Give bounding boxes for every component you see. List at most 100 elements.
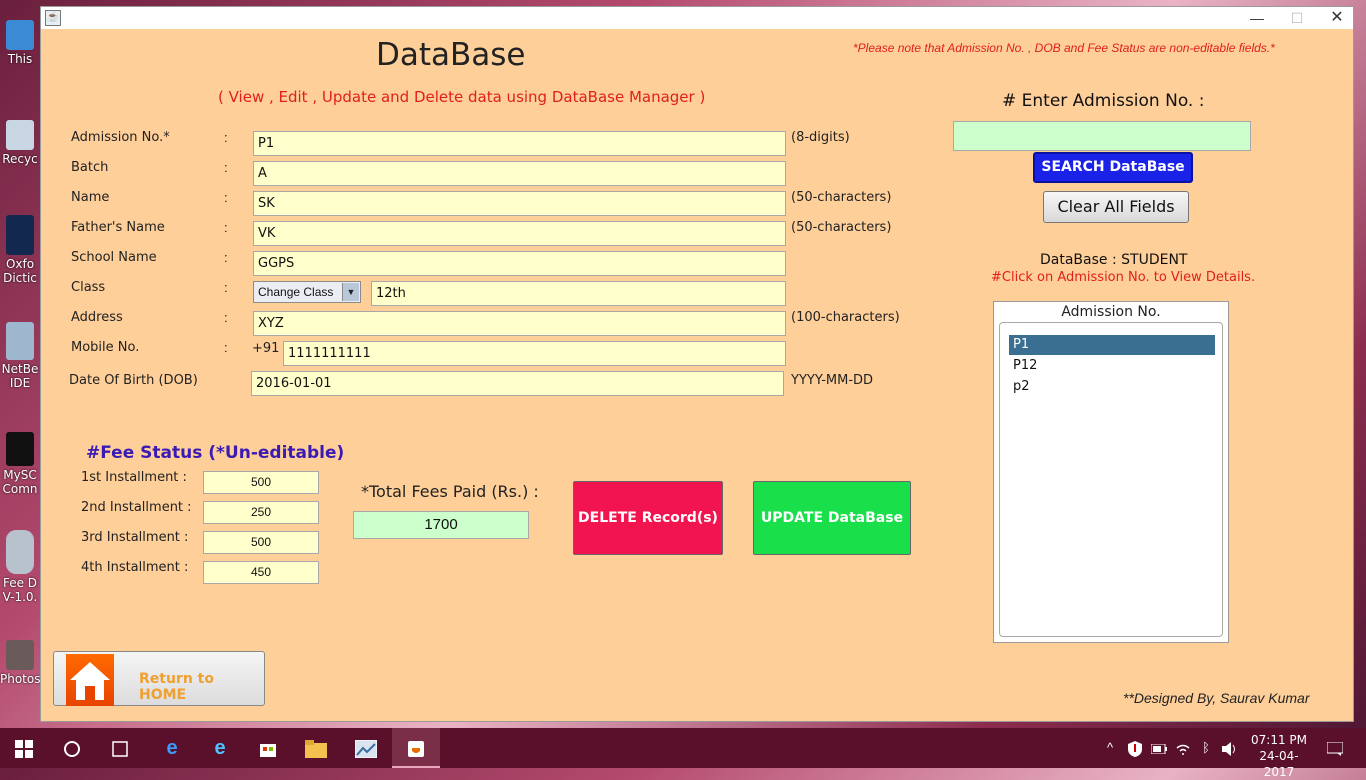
desktop-icon-label: This [7,52,33,66]
desktop-icon-label: NetBe IDE [1,362,39,390]
file-explorer-icon[interactable] [292,728,340,768]
batch-field[interactable]: A [253,161,786,186]
enter-admission-label: # Enter Admission No. : [1002,91,1205,111]
total-fees-field: 1700 [353,511,529,539]
name-field[interactable]: SK [253,191,786,216]
colon: : [224,310,228,325]
taskbar: e e ^ ᛒ 07:11 PM 24-04-2017 [0,728,1366,779]
task-view-icon[interactable] [96,728,144,768]
minimize-button[interactable]: — [1237,7,1277,29]
colon: : [224,340,228,355]
father-name-hint: (50-characters) [791,220,892,235]
maximize-button[interactable]: ☐ [1277,7,1317,29]
desktop-icon-mysql[interactable]: MySC Comn [0,432,40,496]
installment-label: 2nd Installment : [81,500,192,515]
database-label: DataBase : STUDENT [1040,252,1188,268]
taskbar-clock[interactable]: 07:11 PM 24-04-2017 [1246,732,1312,780]
change-class-label: Change Class [258,285,334,299]
installment-field: 500 [203,471,319,494]
image-app-icon[interactable] [342,728,390,768]
windows-start-icon[interactable] [0,728,48,768]
list-header: Admission No. [1061,304,1161,320]
delete-record-button[interactable]: DELETE Record(s) [573,481,723,555]
change-class-dropdown[interactable]: Change Class ▼ [253,281,361,303]
colon: : [224,220,228,235]
return-home-label: Return to HOME [139,671,214,703]
list-item[interactable]: p2 [1009,377,1215,397]
desktop-icon-photoshop[interactable]: Photos [0,640,40,686]
list-item[interactable]: P1 [1009,335,1215,355]
mobile-field[interactable]: 1111111111 [283,341,786,366]
clock-date: 24-04-2017 [1259,749,1299,779]
notifications-icon[interactable] [1320,728,1350,768]
admission-field: P1 [253,131,786,156]
return-home-button[interactable]: Return to HOME [53,651,265,706]
battery-icon[interactable] [1148,728,1170,768]
desktop-icon-netbeans[interactable]: NetBe IDE [0,322,40,390]
admission-search-input[interactable] [953,121,1251,151]
store-icon[interactable] [244,728,292,768]
title-bar[interactable]: ☕ — ☐ ✕ [41,7,1353,29]
batch-label: Batch [71,160,109,175]
database-window: ☕ — ☐ ✕ DataBase ( View , Edit , Update … [40,6,1354,722]
database-hint: #Click on Admission No. to View Details. [991,270,1256,285]
mobile-label: Mobile No. [71,340,140,355]
cortana-icon[interactable] [48,728,96,768]
class-label: Class [71,280,106,295]
colon: : [224,160,228,175]
bluetooth-icon[interactable]: ᛒ [1196,728,1216,768]
father-name-label: Father's Name [71,220,165,235]
desktop-icon-recycle-bin[interactable]: Recyc [0,120,40,166]
volume-icon[interactable] [1218,728,1242,768]
school-name-label: School Name [71,250,157,265]
home-icon [66,654,114,706]
update-database-button[interactable]: UPDATE DataBase [753,481,911,555]
installment-field: 250 [203,501,319,524]
address-field[interactable]: XYZ [253,311,786,336]
colon: : [224,280,228,295]
colon: : [224,250,228,265]
admission-list-panel: Admission No. P1 P12 p2 [993,301,1229,643]
chevron-down-icon: ▼ [342,283,359,301]
wifi-icon[interactable] [1172,728,1194,768]
internet-explorer-icon[interactable]: e [196,728,244,768]
installment-field: 500 [203,531,319,554]
page-subtitle: ( View , Edit , Update and Delete data u… [218,88,706,106]
photoshop-icon [6,640,34,670]
java-app-icon: ☕ [45,10,61,26]
installment-field: 450 [203,561,319,584]
clear-all-fields-button[interactable]: Clear All Fields [1043,191,1189,223]
chevron-up-icon[interactable]: ^ [1100,728,1120,768]
page-title: DataBase [376,37,526,73]
search-database-button[interactable]: SEARCH DataBase [1033,152,1193,183]
installment-label: 1st Installment : [81,470,187,485]
installment-label: 4th Installment : [81,560,189,575]
dob-label: Date Of Birth (DOB) [69,373,198,388]
class-field[interactable]: 12th [371,281,786,306]
list-item[interactable]: P12 [1009,356,1215,376]
desktop-icon-label: Photos [0,672,41,686]
desktop-icon-label: Recyc [2,152,38,166]
colon: : [224,130,228,145]
database-icon [6,530,34,574]
shield-icon[interactable] [1124,728,1146,768]
mysql-icon [6,432,34,466]
desktop-icon-this-pc[interactable]: This [0,20,40,66]
desktop-icon-label: Oxfo Dictic [3,257,37,285]
father-name-field[interactable]: VK [253,221,786,246]
desktop-icon-label: Fee D V-1.0. [2,576,38,604]
name-hint: (50-characters) [791,190,892,205]
dob-field: 2016-01-01 [251,371,784,396]
designer-credit: **Designed By, Saurav Kumar [1123,690,1310,706]
desktop-icon-fee-db[interactable]: Fee D V-1.0. [0,530,40,604]
admission-list[interactable]: P1 P12 p2 [999,322,1223,637]
desktop-icon-label: MySC Comn [2,468,38,496]
installment-label: 3rd Installment : [81,530,189,545]
close-button[interactable]: ✕ [1317,7,1357,29]
desktop-icon-dictionary[interactable]: Oxfo Dictic [0,215,40,285]
school-name-field[interactable]: GGPS [253,251,786,276]
dob-hint: YYYY-MM-DD [791,373,874,388]
java-app-icon[interactable] [392,728,440,768]
mobile-prefix: +91 [252,341,280,356]
edge-icon[interactable]: e [148,728,196,768]
